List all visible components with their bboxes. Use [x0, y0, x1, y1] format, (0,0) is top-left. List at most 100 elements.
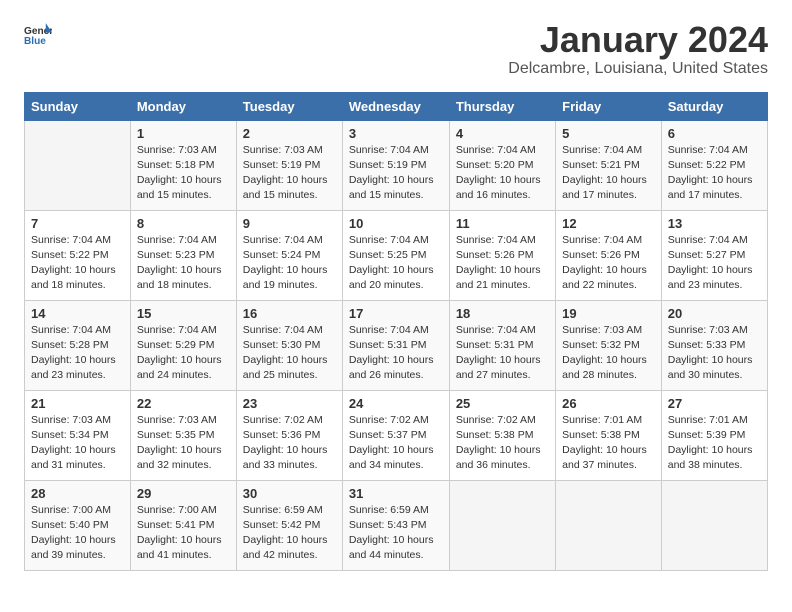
calendar-cell: 24 Sunrise: 7:02 AM Sunset: 5:37 PM Dayli… [342, 390, 449, 480]
header-tuesday: Tuesday [236, 92, 342, 120]
calendar-cell: 22 Sunrise: 7:03 AM Sunset: 5:35 PM Dayli… [130, 390, 236, 480]
calendar-cell: 21 Sunrise: 7:03 AM Sunset: 5:34 PM Dayli… [25, 390, 131, 480]
day-number: 5 [562, 126, 655, 141]
calendar-cell: 6 Sunrise: 7:04 AM Sunset: 5:22 PM Daylig… [661, 120, 767, 210]
header-thursday: Thursday [449, 92, 555, 120]
month-title: January 2024 [508, 20, 768, 60]
day-info: Sunrise: 7:04 AM Sunset: 5:28 PM Dayligh… [31, 323, 124, 384]
calendar-cell: 9Sunrise: 7:04 AM Sunset: 5:24 PM Daylig… [236, 210, 342, 300]
calendar-cell: 2Sunrise: 7:03 AM Sunset: 5:19 PM Daylig… [236, 120, 342, 210]
calendar-cell: 10Sunrise: 7:04 AM Sunset: 5:25 PM Dayli… [342, 210, 449, 300]
calendar-cell: 7 Sunrise: 7:04 AM Sunset: 5:22 PM Daylig… [25, 210, 131, 300]
logo-icon: General Blue [24, 20, 52, 48]
day-info: Sunrise: 6:59 AM Sunset: 5:42 PM Dayligh… [243, 503, 336, 564]
day-number: 3 [349, 126, 443, 141]
day-number: 12 [562, 216, 655, 231]
day-info: Sunrise: 7:04 AM Sunset: 5:21 PM Dayligh… [562, 143, 655, 204]
day-info: Sunrise: 7:03 AM Sunset: 5:32 PM Dayligh… [562, 323, 655, 384]
calendar-cell: 23 Sunrise: 7:02 AM Sunset: 5:36 PM Dayli… [236, 390, 342, 480]
header: General Blue January 2024 Delcambre, Lou… [24, 20, 768, 78]
day-info: Sunrise: 7:00 AM Sunset: 5:40 PM Dayligh… [31, 503, 124, 564]
day-number: 1 [137, 126, 230, 141]
day-info: Sunrise: 7:04 AM Sunset: 5:19 PM Dayligh… [349, 143, 443, 204]
day-info: Sunrise: 7:04 AM Sunset: 5:22 PM Dayligh… [31, 233, 124, 294]
calendar-cell: 31 Sunrise: 6:59 AM Sunset: 5:43 PM Dayli… [342, 480, 449, 570]
calendar-cell: 12 Sunrise: 7:04 AM Sunset: 5:26 PM Dayli… [556, 210, 662, 300]
day-number: 25 [456, 396, 549, 411]
day-number: 16 [243, 306, 336, 321]
day-info: Sunrise: 7:02 AM Sunset: 5:38 PM Dayligh… [456, 413, 549, 474]
calendar-cell [556, 480, 662, 570]
day-info: Sunrise: 7:04 AM Sunset: 5:31 PM Dayligh… [456, 323, 549, 384]
day-info: Sunrise: 7:04 AM Sunset: 5:22 PM Dayligh… [668, 143, 761, 204]
day-number: 22 [137, 396, 230, 411]
calendar-cell [661, 480, 767, 570]
header-monday: Monday [130, 92, 236, 120]
day-info: Sunrise: 7:02 AM Sunset: 5:36 PM Dayligh… [243, 413, 336, 474]
day-info: Sunrise: 6:59 AM Sunset: 5:43 PM Dayligh… [349, 503, 443, 564]
header-friday: Friday [556, 92, 662, 120]
day-info: Sunrise: 7:00 AM Sunset: 5:41 PM Dayligh… [137, 503, 230, 564]
day-info: Sunrise: 7:04 AM Sunset: 5:30 PM Dayligh… [243, 323, 336, 384]
day-number: 9 [243, 216, 336, 231]
day-number: 20 [668, 306, 761, 321]
day-info: Sunrise: 7:04 AM Sunset: 5:26 PM Dayligh… [562, 233, 655, 294]
day-info: Sunrise: 7:03 AM Sunset: 5:33 PM Dayligh… [668, 323, 761, 384]
calendar-week-2: 7 Sunrise: 7:04 AM Sunset: 5:22 PM Daylig… [25, 210, 768, 300]
day-number: 31 [349, 486, 443, 501]
day-number: 21 [31, 396, 124, 411]
calendar-cell: 17 Sunrise: 7:04 AM Sunset: 5:31 PM Dayli… [342, 300, 449, 390]
calendar-week-3: 14 Sunrise: 7:04 AM Sunset: 5:28 PM Dayli… [25, 300, 768, 390]
day-number: 29 [137, 486, 230, 501]
day-number: 24 [349, 396, 443, 411]
day-info: Sunrise: 7:04 AM Sunset: 5:31 PM Dayligh… [349, 323, 443, 384]
day-number: 14 [31, 306, 124, 321]
day-number: 8 [137, 216, 230, 231]
day-info: Sunrise: 7:04 AM Sunset: 5:23 PM Dayligh… [137, 233, 230, 294]
day-info: Sunrise: 7:04 AM Sunset: 5:20 PM Dayligh… [456, 143, 549, 204]
day-number: 19 [562, 306, 655, 321]
day-number: 26 [562, 396, 655, 411]
day-number: 27 [668, 396, 761, 411]
logo: General Blue [24, 20, 52, 48]
day-number: 15 [137, 306, 230, 321]
calendar-cell: 11 Sunrise: 7:04 AM Sunset: 5:26 PM Dayli… [449, 210, 555, 300]
day-info: Sunrise: 7:03 AM Sunset: 5:35 PM Dayligh… [137, 413, 230, 474]
day-number: 7 [31, 216, 124, 231]
day-info: Sunrise: 7:04 AM Sunset: 5:27 PM Dayligh… [668, 233, 761, 294]
calendar-cell: 20 Sunrise: 7:03 AM Sunset: 5:33 PM Dayli… [661, 300, 767, 390]
calendar-cell: 13 Sunrise: 7:04 AM Sunset: 5:27 PM Dayli… [661, 210, 767, 300]
day-info: Sunrise: 7:04 AM Sunset: 5:29 PM Dayligh… [137, 323, 230, 384]
day-info: Sunrise: 7:03 AM Sunset: 5:18 PM Dayligh… [137, 143, 230, 204]
day-number: 28 [31, 486, 124, 501]
day-number: 23 [243, 396, 336, 411]
day-number: 17 [349, 306, 443, 321]
day-info: Sunrise: 7:03 AM Sunset: 5:34 PM Dayligh… [31, 413, 124, 474]
calendar-week-5: 28 Sunrise: 7:00 AM Sunset: 5:40 PM Dayli… [25, 480, 768, 570]
calendar-cell: 30 Sunrise: 6:59 AM Sunset: 5:42 PM Dayli… [236, 480, 342, 570]
calendar-cell: 15 Sunrise: 7:04 AM Sunset: 5:29 PM Dayli… [130, 300, 236, 390]
header-wednesday: Wednesday [342, 92, 449, 120]
day-number: 18 [456, 306, 549, 321]
calendar-week-1: 1 Sunrise: 7:03 AM Sunset: 5:18 PM Daylig… [25, 120, 768, 210]
day-info: Sunrise: 7:04 AM Sunset: 5:26 PM Dayligh… [456, 233, 549, 294]
day-number: 30 [243, 486, 336, 501]
day-info: Sunrise: 7:01 AM Sunset: 5:39 PM Dayligh… [668, 413, 761, 474]
calendar-cell: 8 Sunrise: 7:04 AM Sunset: 5:23 PM Daylig… [130, 210, 236, 300]
calendar-cell: 25 Sunrise: 7:02 AM Sunset: 5:38 PM Dayli… [449, 390, 555, 480]
day-number: 11 [456, 216, 549, 231]
location-title: Delcambre, Louisiana, United States [508, 60, 768, 78]
day-info: Sunrise: 7:02 AM Sunset: 5:37 PM Dayligh… [349, 413, 443, 474]
day-info: Sunrise: 7:01 AM Sunset: 5:38 PM Dayligh… [562, 413, 655, 474]
calendar-cell [25, 120, 131, 210]
day-number: 13 [668, 216, 761, 231]
calendar-cell [449, 480, 555, 570]
calendar-week-4: 21 Sunrise: 7:03 AM Sunset: 5:34 PM Dayli… [25, 390, 768, 480]
calendar-cell: 28 Sunrise: 7:00 AM Sunset: 5:40 PM Dayli… [25, 480, 131, 570]
day-number: 10 [349, 216, 443, 231]
day-number: 2 [243, 126, 336, 141]
header-saturday: Saturday [661, 92, 767, 120]
calendar-table: SundayMondayTuesdayWednesdayThursdayFrid… [24, 92, 768, 571]
header-sunday: Sunday [25, 92, 131, 120]
day-number: 6 [668, 126, 761, 141]
